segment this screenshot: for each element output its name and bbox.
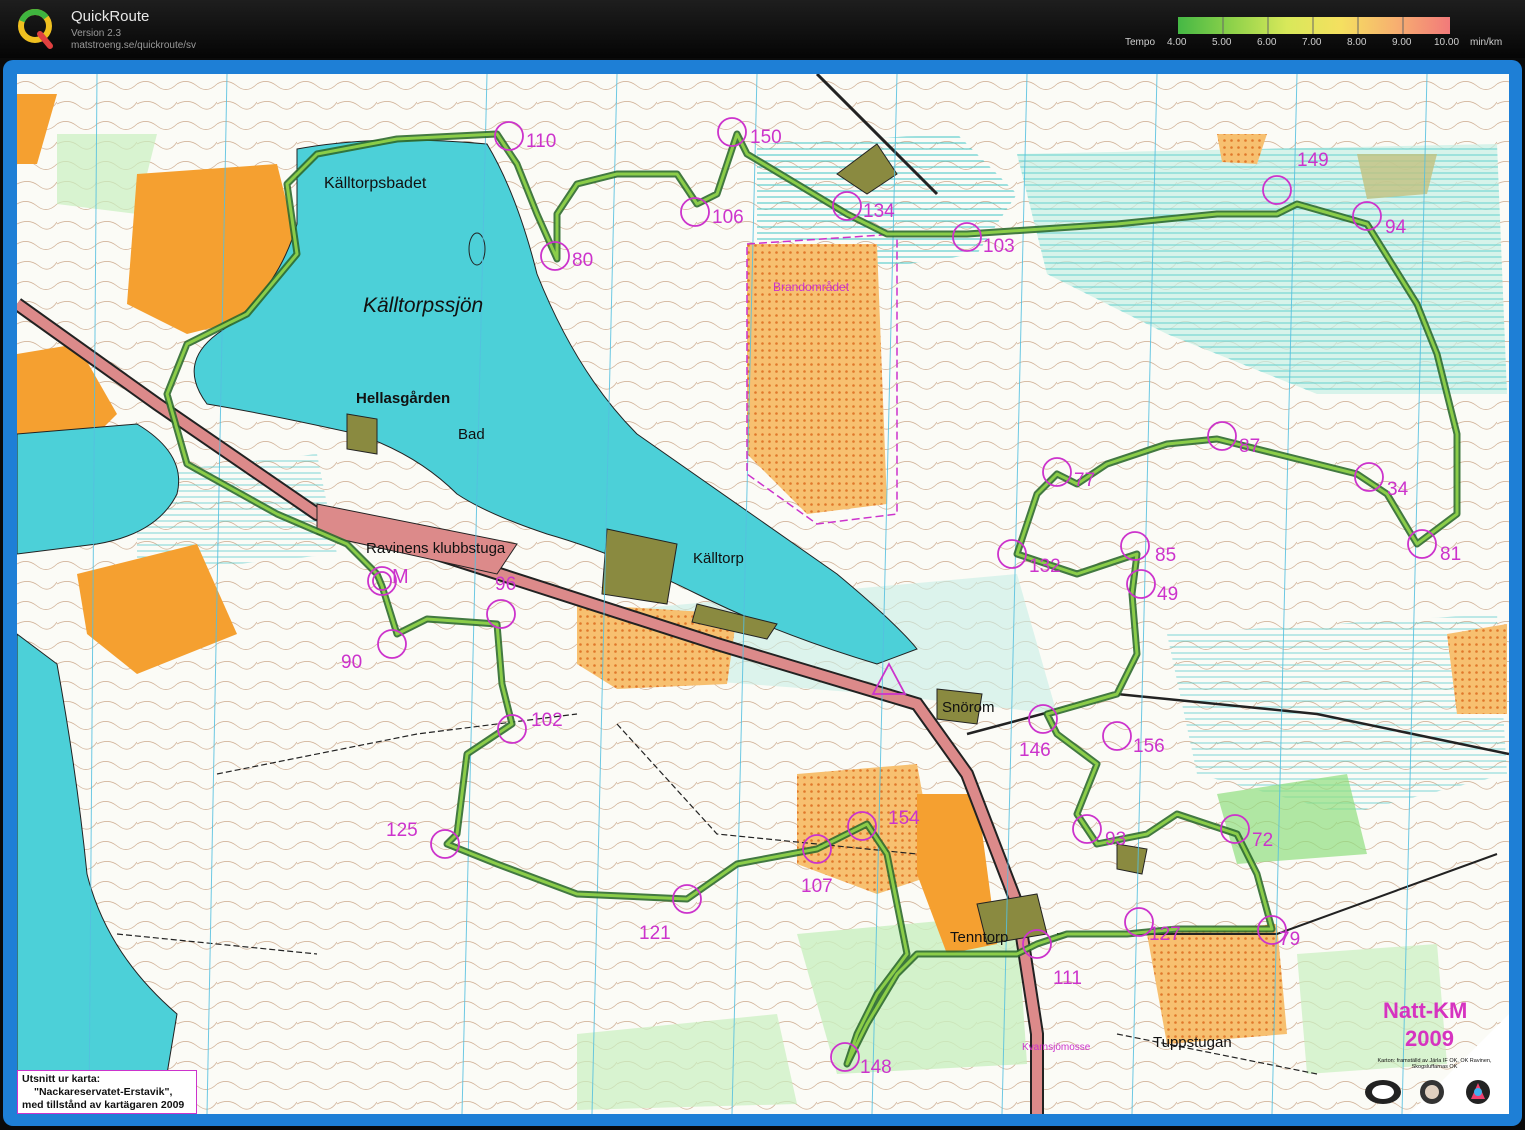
control-number: 134 <box>863 201 895 222</box>
control-number: 72 <box>1252 830 1274 851</box>
control-number: 125 <box>386 820 418 841</box>
control-number: 93 <box>1105 829 1127 850</box>
club-logo-icon <box>1466 1080 1490 1104</box>
club-logo-icon <box>1420 1080 1444 1104</box>
lake-label: Källtorpssjön <box>363 294 484 317</box>
event-title: Natt-KM <box>1383 998 1468 1023</box>
app-title: QuickRoute <box>71 8 150 25</box>
control-number: 150 <box>750 127 782 148</box>
control-number: 146 <box>1019 740 1051 761</box>
control-number: 132 <box>1029 556 1061 577</box>
app-version: Version 2.3 <box>71 28 122 39</box>
map-license-credit: Utsnitt ur karta: "Nackareservatet-Ersta… <box>17 1070 197 1114</box>
place-label: Källtorp <box>693 550 744 567</box>
control-number: 127 <box>1149 924 1181 945</box>
control-number: 77 <box>1074 470 1096 491</box>
tempo-tick: 10.00 <box>1434 37 1460 48</box>
tempo-tick: 7.00 <box>1302 37 1322 48</box>
place-label: Hellasgården <box>356 390 451 407</box>
control-number: 96 <box>495 574 517 595</box>
place-label: Tuppstugan <box>1153 1034 1232 1051</box>
tempo-label: Tempo <box>1125 37 1156 48</box>
event-year: 2009 <box>1405 1026 1454 1051</box>
map-graphics <box>17 74 1509 1114</box>
place-label: Källtorpsbadet <box>324 175 427 192</box>
place-label: Bad <box>458 426 485 443</box>
credit-line: "Nackareservatet-Erstavik", <box>34 1086 173 1098</box>
control-number: 90 <box>341 652 363 673</box>
control-number: 85 <box>1155 545 1177 566</box>
control-number: 80 <box>572 250 594 271</box>
tempo-unit: min/km <box>1470 37 1503 48</box>
title-bar: QuickRoute Version 2.3 matstroeng.se/qui… <box>0 0 1525 58</box>
tempo-tick: 4.00 <box>1167 37 1187 48</box>
control-number: 148 <box>860 1057 892 1078</box>
place-label: Snörom <box>942 699 995 716</box>
control-number: 154 <box>888 808 920 829</box>
control-number: 102 <box>531 710 563 731</box>
credit-line: med tillstånd av kartägaren 2009 <box>22 1099 185 1111</box>
tempo-color-scale <box>1178 17 1450 34</box>
club-logo-icon <box>1365 1080 1401 1104</box>
quickroute-logo-icon <box>18 9 53 49</box>
tempo-tick: 6.00 <box>1257 37 1277 48</box>
control-number: 103 <box>983 236 1015 257</box>
place-label: Tenntorp <box>950 929 1009 946</box>
start-marker: M <box>392 566 409 588</box>
app-url: matstroeng.se/quickroute/sv <box>71 40 197 51</box>
club-logos <box>1365 1080 1490 1104</box>
control-number: 149 <box>1297 150 1329 171</box>
control-number: 87 <box>1239 436 1261 457</box>
tempo-tick: 5.00 <box>1212 37 1232 48</box>
place-label: Kvarnsjömosse <box>1022 1042 1091 1053</box>
tempo-tick: 8.00 <box>1347 37 1367 48</box>
control-number: 110 <box>526 131 557 152</box>
control-number: 111 <box>1053 968 1082 989</box>
place-label: Ravinens klubbstuga <box>366 540 506 557</box>
control-number: 34 <box>1387 479 1409 500</box>
control-number: 107 <box>801 876 833 897</box>
control-number: 79 <box>1279 929 1301 950</box>
place-label: Brandområdet <box>773 280 850 294</box>
control-number: 81 <box>1440 544 1462 565</box>
control-number: 94 <box>1385 217 1407 238</box>
control-number: 156 <box>1133 736 1165 757</box>
control-number: 49 <box>1157 584 1179 605</box>
orienteering-map[interactable]: Källtorpsbadet Källtorpssjön Hellasgårde… <box>17 74 1509 1114</box>
tempo-tick: 9.00 <box>1392 37 1412 48</box>
control-number: 121 <box>639 923 671 944</box>
control-number: 106 <box>712 207 744 228</box>
credit-line: Utsnitt ur karta: <box>22 1073 101 1085</box>
map-makers-credit: Karton: framställd av Järla IF OK, OK Ra… <box>1377 1058 1492 1070</box>
